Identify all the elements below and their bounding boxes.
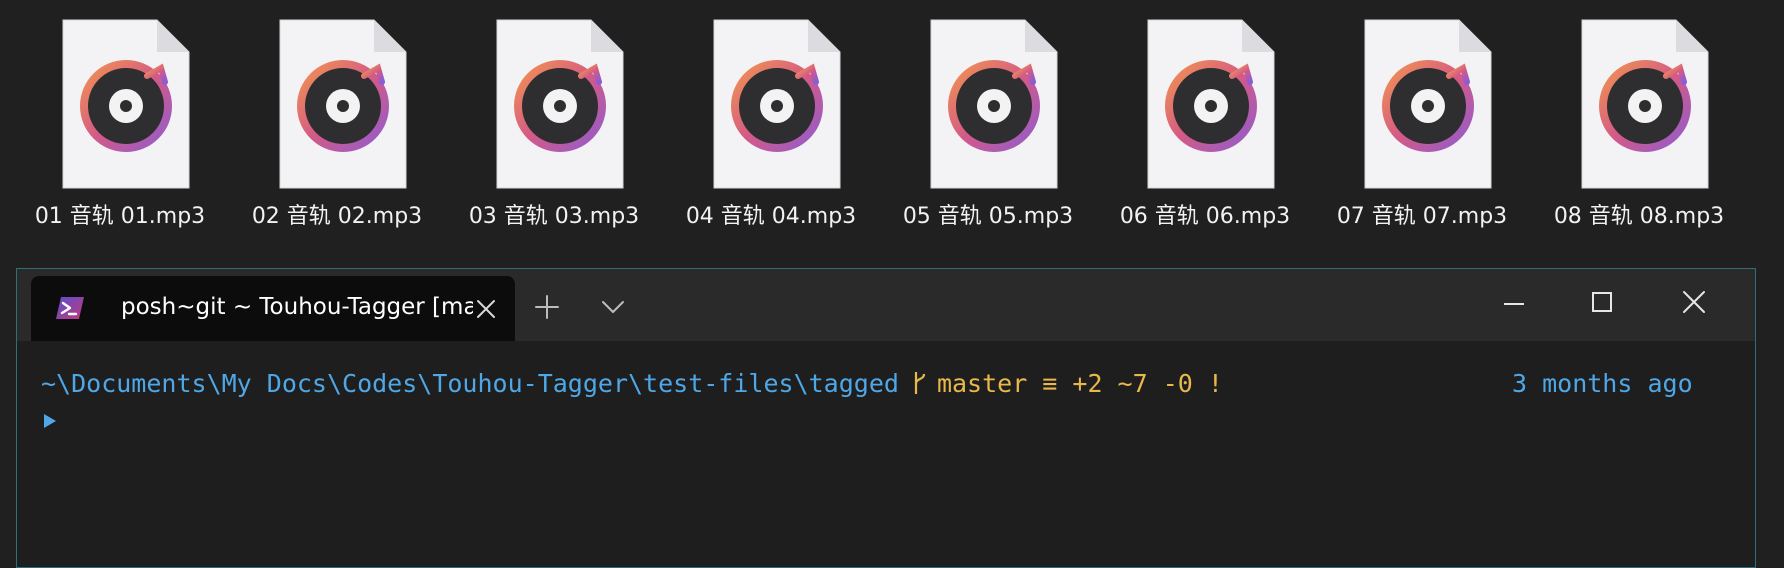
minimize-icon[interactable] xyxy=(1501,291,1527,317)
file-item[interactable]: 03 音轨 03.mp3 xyxy=(454,14,654,244)
close-window-icon[interactable] xyxy=(1681,289,1707,315)
close-tab-icon[interactable] xyxy=(473,296,499,322)
music-file-icon xyxy=(496,19,624,189)
terminal-window: posh~git ~ Touhou-Tagger [master] xyxy=(16,268,1756,568)
maximize-icon[interactable] xyxy=(1589,289,1615,315)
file-item[interactable]: 02 音轨 02.mp3 xyxy=(237,14,437,244)
file-grid: 01 音轨 01.mp3 02 音轨 02.mp3 03 音轨 03.mp3 04 音… xyxy=(0,0,1784,250)
file-item[interactable]: 04 音轨 04.mp3 xyxy=(671,14,871,244)
file-item[interactable]: 07 音轨 07.mp3 xyxy=(1322,14,1522,244)
git-branch-icon xyxy=(913,369,927,398)
file-name: 01 音轨 01.mp3 xyxy=(34,204,206,229)
file-item[interactable]: 08 音轨 08.mp3 xyxy=(1539,14,1739,244)
music-file-icon xyxy=(279,19,407,189)
file-item[interactable]: 05 音轨 05.mp3 xyxy=(888,14,1088,244)
music-file-icon xyxy=(62,19,190,189)
file-name: 06 音轨 06.mp3 xyxy=(1119,204,1291,229)
file-name: 02 音轨 02.mp3 xyxy=(251,204,423,229)
music-file-icon xyxy=(1147,19,1275,189)
powershell-icon xyxy=(56,297,84,319)
music-file-icon xyxy=(930,19,1058,189)
music-file-icon xyxy=(1581,19,1709,189)
file-name: 05 音轨 05.mp3 xyxy=(902,204,1074,229)
music-file-icon xyxy=(1364,19,1492,189)
file-name: 08 音轨 08.mp3 xyxy=(1553,204,1725,229)
file-name: 03 音轨 03.mp3 xyxy=(468,204,640,229)
file-name: 04 音轨 04.mp3 xyxy=(685,204,857,229)
prompt-caret-icon xyxy=(44,414,56,428)
title-bar[interactable]: posh~git ~ Touhou-Tagger [master] xyxy=(17,269,1755,341)
music-file-icon xyxy=(713,19,841,189)
prompt-line: ~\Documents\My Docs\Codes\Touhou-Tagger\… xyxy=(41,369,1223,398)
file-name: 07 音轨 07.mp3 xyxy=(1336,204,1508,229)
file-item[interactable]: 01 音轨 01.mp3 xyxy=(20,14,220,244)
terminal-output[interactable]: ~\Documents\My Docs\Codes\Touhou-Tagger\… xyxy=(17,341,1755,567)
git-status: master ≡ +2 ~7 -0 ! xyxy=(936,369,1223,398)
tab-posh-git[interactable]: posh~git ~ Touhou-Tagger [master] xyxy=(31,276,515,341)
new-tab-icon[interactable] xyxy=(533,293,561,321)
file-item[interactable]: 06 音轨 06.mp3 xyxy=(1105,14,1305,244)
prompt-path: ~\Documents\My Docs\Codes\Touhou-Tagger\… xyxy=(41,369,899,398)
tab-title: posh~git ~ Touhou-Tagger [master] xyxy=(121,294,473,320)
prompt-time: 3 months ago xyxy=(1512,369,1693,398)
chevron-down-icon[interactable] xyxy=(599,295,627,319)
desktop: 01 音轨 01.mp3 02 音轨 02.mp3 03 音轨 03.mp3 04 音… xyxy=(0,0,1784,568)
